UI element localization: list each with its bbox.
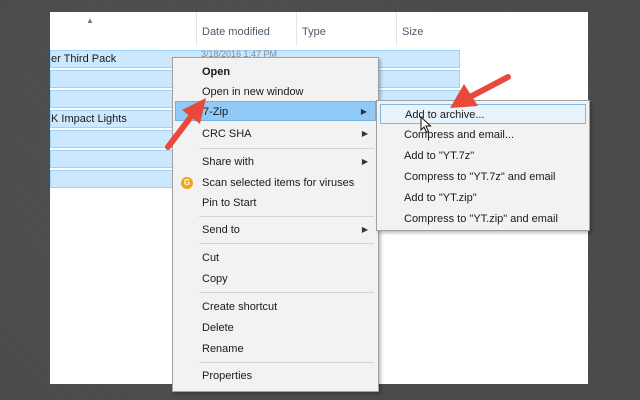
menu-item-create-shortcut[interactable]: Create shortcut <box>175 297 376 317</box>
menu-item-open[interactable]: Open <box>175 62 376 82</box>
annotation-arrow-icon <box>450 74 511 108</box>
mouse-cursor-icon <box>420 116 432 134</box>
column-type[interactable]: Type <box>296 12 402 46</box>
file-name: K Impact Lights <box>51 113 127 125</box>
submenu-arrow-icon: ▶ <box>361 225 368 234</box>
menu-item-label: Share with <box>202 156 254 168</box>
menu-item-copy[interactable]: Copy <box>175 269 376 289</box>
menu-item-label: Scan selected items for viruses <box>202 177 355 189</box>
menu-separator <box>199 243 374 244</box>
menu-item-share-with[interactable]: Share with ▶ <box>175 152 376 172</box>
menu-item-scan-viruses[interactable]: G Scan selected items for viruses <box>175 173 376 193</box>
menu-item-delete[interactable]: Delete <box>175 318 376 338</box>
menu-item-rename[interactable]: Rename <box>175 339 376 359</box>
annotation-arrow-icon <box>165 98 206 150</box>
menu-separator <box>199 216 374 217</box>
sort-arrow-icon[interactable]: ▲ <box>86 16 94 25</box>
submenu-item-compress-7z-email[interactable]: Compress to "YT.7z" and email <box>380 167 586 187</box>
7zip-submenu: Add to archive... Compress and email... … <box>376 100 590 231</box>
submenu-arrow-icon: ▶ <box>360 107 367 116</box>
menu-item-send-to[interactable]: Send to ▶ <box>175 220 376 240</box>
submenu-item-add-to-zip[interactable]: Add to "YT.zip" <box>380 188 586 208</box>
menu-item-pin-to-start[interactable]: Pin to Start <box>175 193 376 213</box>
menu-item-cut[interactable]: Cut <box>175 248 376 268</box>
submenu-item-compress-zip-email[interactable]: Compress to "YT.zip" and email <box>380 209 586 229</box>
antivirus-icon: G <box>181 177 193 189</box>
submenu-item-compress-and-email[interactable]: Compress and email... <box>380 125 586 145</box>
menu-separator <box>199 362 374 363</box>
column-header: ▲ Date modified Type Size <box>50 12 588 46</box>
submenu-item-add-to-7z[interactable]: Add to "YT.7z" <box>380 146 586 166</box>
file-name: er Third Pack <box>51 53 117 65</box>
submenu-arrow-icon: ▶ <box>361 129 368 138</box>
column-date-modified[interactable]: Date modified <box>196 12 302 46</box>
menu-separator <box>199 292 374 293</box>
submenu-arrow-icon: ▶ <box>361 157 368 166</box>
column-size[interactable]: Size <box>396 12 482 46</box>
menu-item-label: Send to <box>202 224 240 236</box>
menu-separator <box>199 148 374 149</box>
menu-item-properties[interactable]: Properties <box>175 366 376 386</box>
